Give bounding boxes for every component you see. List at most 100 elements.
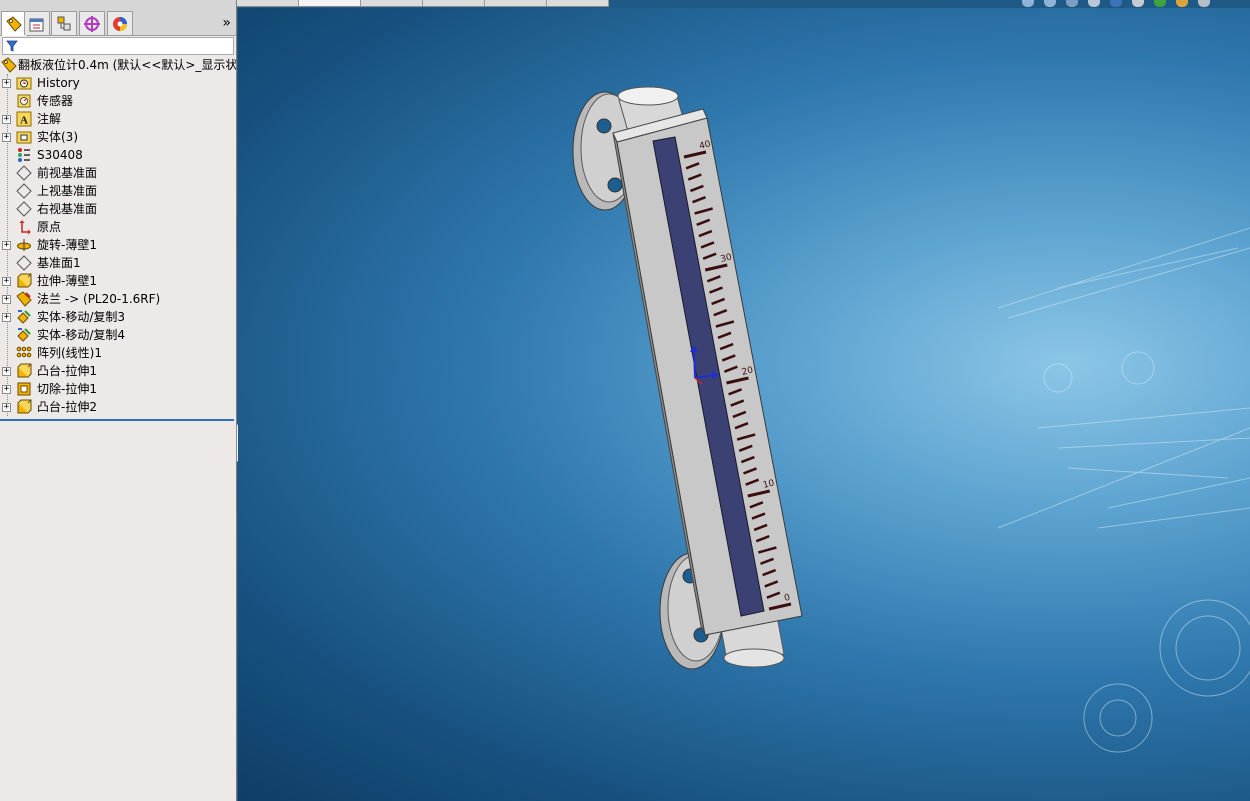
previous-view-icon[interactable] xyxy=(1066,0,1078,7)
sensor-icon xyxy=(17,94,31,108)
tree-node-extrude-thin[interactable]: + 拉伸-薄壁1 xyxy=(0,272,236,290)
dimxpert-manager-tab[interactable] xyxy=(79,11,105,35)
top-flange-bolt-hole xyxy=(596,118,612,134)
document-tab[interactable] xyxy=(485,0,547,6)
tree-node-top-plane[interactable]: 上视基准面 xyxy=(0,182,236,200)
svg-text:A: A xyxy=(20,115,28,127)
tree-node-label: 基准面1 xyxy=(37,256,81,270)
boss-extrude-icon xyxy=(17,363,32,378)
configuration-manager-icon xyxy=(57,16,71,30)
plane-icon xyxy=(16,165,32,181)
cut-extrude-icon xyxy=(17,382,31,396)
tree-node-label: 原点 xyxy=(37,220,62,234)
tree-node-label: 实体-移动/复制3 xyxy=(37,310,126,324)
tree-node-label: 法兰 -> (PL20-1.6RF) xyxy=(37,292,161,306)
rollback-bar[interactable] xyxy=(0,419,234,421)
tree-node-plane1[interactable]: 基准面1 xyxy=(0,254,236,272)
view-orientation-icon[interactable] xyxy=(1110,0,1122,7)
tree-node-label: 实体-移动/复制4 xyxy=(37,328,126,342)
document-tab[interactable] xyxy=(423,0,485,6)
expand-toggle[interactable]: + xyxy=(2,277,11,286)
tree-node-right-plane[interactable]: 右视基准面 xyxy=(0,200,236,218)
scene-icon[interactable] xyxy=(1176,0,1188,7)
tree-node-move-copy4[interactable]: 实体-移动/复制4 xyxy=(0,326,236,344)
heads-up-view-toolbar xyxy=(1022,0,1210,8)
tree-node-linear-pattern[interactable]: 阵列(线性)1 xyxy=(0,344,236,362)
library-feature-icon xyxy=(16,291,32,307)
part-icon xyxy=(1,57,17,73)
boss-extrude-icon xyxy=(17,399,32,414)
expand-toggle[interactable]: + xyxy=(2,115,11,124)
annotation-icon: A xyxy=(16,111,32,127)
expand-toggle[interactable]: + xyxy=(2,403,11,412)
tree-node-annotations[interactable]: + A 注解 xyxy=(0,110,236,128)
zoom-area-icon[interactable] xyxy=(1044,0,1056,7)
tree-node-label: 前视基准面 xyxy=(37,166,98,180)
manager-tab-bar: » xyxy=(0,0,236,36)
expand-toggle[interactable]: + xyxy=(2,295,11,304)
tree-node-material[interactable]: S30408 xyxy=(0,146,236,164)
zoom-to-fit-icon[interactable] xyxy=(1022,0,1034,7)
tree-node-history[interactable]: + History xyxy=(0,74,236,92)
tree-node-origin[interactable]: 原点 xyxy=(0,218,236,236)
tree-node-boss-extrude2[interactable]: + 凸台-拉伸2 xyxy=(0,398,236,416)
top-cylinder-cap xyxy=(617,86,679,106)
expand-toggle[interactable]: + xyxy=(2,79,11,88)
display-manager-icon xyxy=(113,16,127,31)
expand-toggle[interactable]: + xyxy=(2,241,11,250)
appearance-icon[interactable] xyxy=(1154,0,1166,7)
tree-node-label: 切除-拉伸1 xyxy=(37,382,97,396)
property-manager-tab[interactable] xyxy=(24,11,50,35)
display-style-icon[interactable] xyxy=(1132,0,1144,7)
tree-node-label: 上视基准面 xyxy=(37,184,98,198)
tree-node-label: 实体(3) xyxy=(37,130,78,144)
expand-toggle[interactable]: + xyxy=(2,133,11,142)
expand-toggle[interactable]: + xyxy=(2,313,11,322)
display-manager-tab[interactable] xyxy=(107,11,133,35)
section-view-icon[interactable] xyxy=(1088,0,1100,7)
move-copy-icon xyxy=(17,310,31,324)
configuration-manager-tab[interactable] xyxy=(51,11,77,35)
tree-node-solid-bodies[interactable]: + 实体(3) xyxy=(0,128,236,146)
expand-toggle[interactable]: + xyxy=(2,385,11,394)
tree-node-revolve-thin[interactable]: + 旋转-薄壁1 xyxy=(0,236,236,254)
filter-icon[interactable] xyxy=(6,40,18,52)
tree-node-label: 凸台-拉伸1 xyxy=(37,364,97,378)
tree-node-move-copy3[interactable]: + 实体-移动/复制3 xyxy=(0,308,236,326)
tree-node-sensors[interactable]: 传感器 xyxy=(0,92,236,110)
tree-filter-bar[interactable] xyxy=(2,37,234,55)
view-settings-icon[interactable] xyxy=(1198,0,1210,7)
part-root-node[interactable]: 翻板液位计0.4m (默认<<默认>_显示状 xyxy=(0,56,236,74)
solid-bodies-folder-icon xyxy=(16,131,32,144)
tree-node-label: History xyxy=(37,76,80,90)
tree-node-label: 右视基准面 xyxy=(37,202,98,216)
expand-panel-button[interactable]: » xyxy=(222,15,231,31)
tree-node-boss-extrude1[interactable]: + 凸台-拉伸1 xyxy=(0,362,236,380)
tree-node-label: 旋转-薄壁1 xyxy=(37,238,97,252)
expand-toggle[interactable]: + xyxy=(2,367,11,376)
bottom-cylinder-cap xyxy=(723,648,785,668)
feature-manager-panel: » 翻板液位计0.4m (默认<<默认>_显示状 + History 传感器 +… xyxy=(0,0,237,801)
tree-node-cut-extrude1[interactable]: + 切除-拉伸1 xyxy=(0,380,236,398)
tree-node-label: S30408 xyxy=(37,148,83,162)
document-tab[interactable] xyxy=(361,0,423,6)
document-tab-active[interactable] xyxy=(299,0,361,6)
material-icon xyxy=(18,148,30,162)
tree-node-flange[interactable]: + 法兰 -> (PL20-1.6RF) xyxy=(0,290,236,308)
document-tab[interactable] xyxy=(237,0,299,6)
history-folder-icon xyxy=(16,77,32,90)
feature-tree: + History 传感器 + A 注解 + 实体(3) S30408 前视基准… xyxy=(0,74,236,416)
plane-icon xyxy=(16,255,32,271)
tree-node-label: 传感器 xyxy=(37,94,74,108)
dimxpert-icon xyxy=(84,15,100,32)
background-sketch-decor xyxy=(997,227,1250,753)
graphics-viewport[interactable]: 40 30 20 10 0 xyxy=(238,8,1250,801)
document-tab[interactable] xyxy=(547,0,609,6)
tree-node-label: 阵列(线性)1 xyxy=(37,346,102,360)
part-root-label: 翻板液位计0.4m (默认<<默认>_显示状 xyxy=(18,58,236,72)
tree-node-front-plane[interactable]: 前视基准面 xyxy=(0,164,236,182)
tree-node-label: 凸台-拉伸2 xyxy=(37,400,97,414)
origin-icon xyxy=(19,220,31,235)
revolve-icon xyxy=(17,239,31,251)
level-gauge-model: 403020100 xyxy=(572,86,803,670)
